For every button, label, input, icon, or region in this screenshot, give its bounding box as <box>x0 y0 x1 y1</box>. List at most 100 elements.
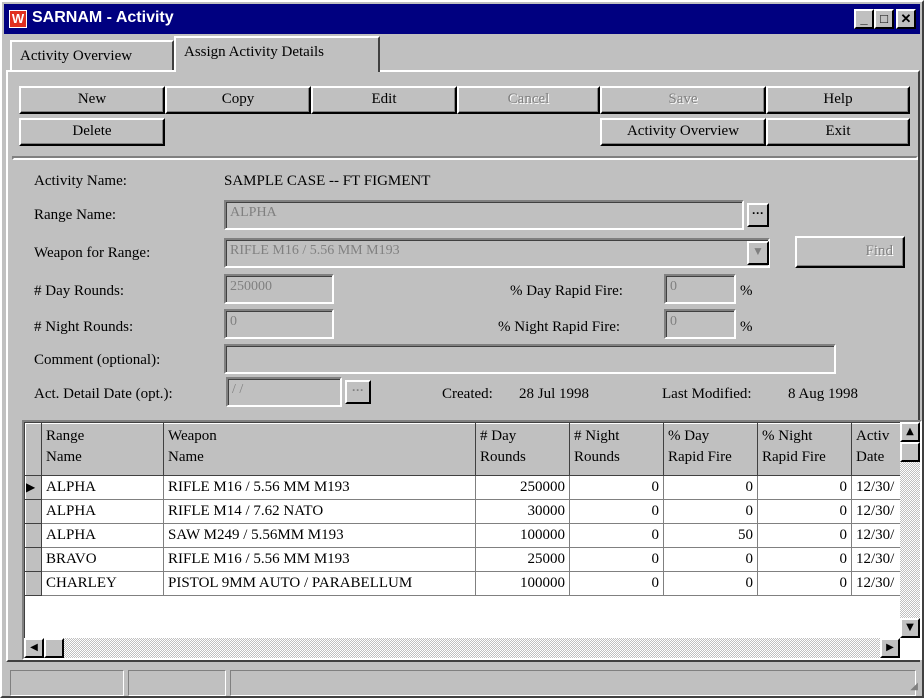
day-rounds-cell[interactable]: 250000 <box>475 475 570 500</box>
day-rounds-cell[interactable]: 25000 <box>475 547 570 572</box>
scroll-right-arrow-icon[interactable]: ▶ <box>880 638 900 658</box>
night-rapid-fire-cell[interactable]: 0 <box>757 499 852 524</box>
activity-overview-button[interactable]: Activity Overview <box>600 118 766 146</box>
column-header-weapon-name[interactable]: Weapon Name <box>163 423 476 476</box>
night-rounds-cell[interactable]: 0 <box>569 547 664 572</box>
status-pane <box>10 670 124 696</box>
row-header[interactable] <box>25 523 42 548</box>
day-rounds-cell[interactable]: 100000 <box>475 571 570 596</box>
last-modified-label: Last Modified: <box>662 386 752 402</box>
chevron-down-icon[interactable]: ▼ <box>747 241 769 265</box>
row-header[interactable] <box>25 571 42 596</box>
weapon-name-cell[interactable]: RIFLE M16 / 5.56 MM M193 <box>163 547 476 572</box>
weapon-name-cell[interactable]: SAW M249 / 5.56MM M193 <box>163 523 476 548</box>
night-rounds-field[interactable]: 0 <box>224 309 334 339</box>
range-name-cell[interactable]: ALPHA <box>41 475 164 500</box>
night-rapid-fire-cell[interactable]: 0 <box>757 547 852 572</box>
horizontal-scrollbar[interactable]: ◀ ▶ <box>24 638 900 658</box>
range-name-cell[interactable]: ALPHA <box>41 523 164 548</box>
edit-button[interactable]: Edit <box>311 86 457 114</box>
range-name-cell[interactable]: ALPHA <box>41 499 164 524</box>
day-rapid-fire-cell[interactable]: 0 <box>663 571 758 596</box>
comment-field[interactable] <box>224 344 836 374</box>
day-rapid-fire-cell[interactable]: 0 <box>663 475 758 500</box>
day-rapid-field[interactable]: 0 <box>664 274 736 304</box>
night-rounds-cell[interactable]: 0 <box>569 499 664 524</box>
cancel-button[interactable]: Cancel <box>457 86 600 114</box>
table-row[interactable]: ALPHA RIFLE M14 / 7.62 NATO 30000 0 0 0 … <box>25 499 912 524</box>
resize-grip-icon[interactable]: ◢ <box>910 681 918 692</box>
table-row[interactable]: CHARLEY PISTOL 9MM AUTO / PARABELLUM 100… <box>25 571 912 596</box>
night-rounds-cell[interactable]: 0 <box>569 475 664 500</box>
activity-name-value: SAMPLE CASE -- FT FIGMENT <box>224 173 431 189</box>
window-title: SARNAM - Activity <box>32 9 174 26</box>
exit-button[interactable]: Exit <box>766 118 910 146</box>
weapon-name-cell[interactable]: PISTOL 9MM AUTO / PARABELLUM <box>163 571 476 596</box>
created-label: Created: <box>442 386 493 402</box>
day-rounds-cell[interactable]: 100000 <box>475 523 570 548</box>
column-header-day-rounds[interactable]: # Day Rounds <box>475 423 570 476</box>
scroll-left-arrow-icon[interactable]: ◀ <box>24 638 44 658</box>
percent-sign: % <box>740 283 753 299</box>
table-row[interactable]: ALPHA SAW M249 / 5.56MM M193 100000 0 50… <box>25 523 912 548</box>
horizontal-scroll-thumb[interactable] <box>44 638 64 658</box>
row-header[interactable] <box>25 499 42 524</box>
column-header-range-name[interactable]: Range Name <box>41 423 164 476</box>
help-button[interactable]: Help <box>766 86 910 114</box>
night-rapid-field[interactable]: 0 <box>664 309 736 339</box>
night-rounds-cell[interactable]: 0 <box>569 523 664 548</box>
minimize-button[interactable]: _ <box>854 9 874 29</box>
table-row[interactable]: ▶ ALPHA RIFLE M16 / 5.56 MM M193 250000 … <box>25 475 912 500</box>
weapon-select[interactable]: RIFLE M16 / 5.56 MM M193 <box>224 238 770 268</box>
day-rounds-cell[interactable]: 30000 <box>475 499 570 524</box>
status-bar <box>6 670 920 696</box>
save-button[interactable]: Save <box>600 86 766 114</box>
title-bar[interactable]: W SARNAM - Activity _ □ ✕ <box>4 4 920 34</box>
table-row[interactable]: BRAVO RIFLE M16 / 5.56 MM M193 25000 0 0… <box>25 547 912 572</box>
row-header-corner <box>25 423 42 476</box>
tab-assign-activity-details[interactable]: Assign Activity Details <box>174 36 380 72</box>
day-rapid-fire-cell[interactable]: 0 <box>663 499 758 524</box>
column-header-day-rapid-fire[interactable]: % Day Rapid Fire <box>663 423 758 476</box>
date-picker-button[interactable]: ··· <box>345 380 371 404</box>
detail-date-field[interactable]: / / <box>226 377 342 407</box>
new-button[interactable]: New <box>19 86 165 114</box>
night-rounds-cell[interactable]: 0 <box>569 571 664 596</box>
current-row-indicator[interactable]: ▶ <box>25 475 42 500</box>
close-button[interactable]: ✕ <box>896 9 916 29</box>
grid-header-row: Range Name Weapon Name # Day Rounds # Night… <box>25 423 912 476</box>
night-rapid-fire-cell[interactable]: 0 <box>757 475 852 500</box>
day-rapid-fire-cell[interactable]: 50 <box>663 523 758 548</box>
scroll-down-arrow-icon[interactable]: ▼ <box>900 618 920 638</box>
tab-activity-overview[interactable]: Activity Overview <box>10 40 174 72</box>
range-browse-button[interactable]: ··· <box>747 203 769 227</box>
maximize-button[interactable]: □ <box>874 9 894 29</box>
find-button[interactable]: Find <box>795 236 905 268</box>
weapon-name-cell[interactable]: RIFLE M14 / 7.62 NATO <box>163 499 476 524</box>
grid-table: Range Name Weapon Name # Day Rounds # Night… <box>25 423 912 596</box>
day-rounds-field[interactable]: 250000 <box>224 274 334 304</box>
range-name-cell[interactable]: BRAVO <box>41 547 164 572</box>
vertical-scrollbar[interactable]: ▲ ▼ <box>900 422 920 638</box>
weapon-name-cell[interactable]: RIFLE M16 / 5.56 MM M193 <box>163 475 476 500</box>
activity-name-label: Activity Name: <box>34 173 127 189</box>
night-rounds-label: # Night Rounds: <box>34 319 134 335</box>
activity-details-grid[interactable]: Range Name Weapon Name # Day Rounds # Night… <box>22 420 922 660</box>
night-rapid-fire-cell[interactable]: 0 <box>757 523 852 548</box>
range-name-cell[interactable]: CHARLEY <box>41 571 164 596</box>
column-header-night-rapid-fire[interactable]: % Night Rapid Fire <box>757 423 852 476</box>
vertical-scroll-thumb[interactable] <box>900 442 920 462</box>
scroll-up-arrow-icon[interactable]: ▲ <box>900 422 920 442</box>
percent-sign: % <box>740 319 753 335</box>
range-name-field[interactable]: ALPHA <box>224 200 744 230</box>
column-header-night-rounds[interactable]: # Night Rounds <box>569 423 664 476</box>
day-rounds-label: # Day Rounds: <box>34 283 124 299</box>
delete-button[interactable]: Delete <box>19 118 165 146</box>
app-icon[interactable]: W <box>9 10 27 28</box>
status-pane <box>230 670 916 696</box>
day-rapid-fire-cell[interactable]: 0 <box>663 547 758 572</box>
night-rapid-label: % Night Rapid Fire: <box>498 319 621 335</box>
copy-button[interactable]: Copy <box>165 86 311 114</box>
row-header[interactable] <box>25 547 42 572</box>
night-rapid-fire-cell[interactable]: 0 <box>757 571 852 596</box>
